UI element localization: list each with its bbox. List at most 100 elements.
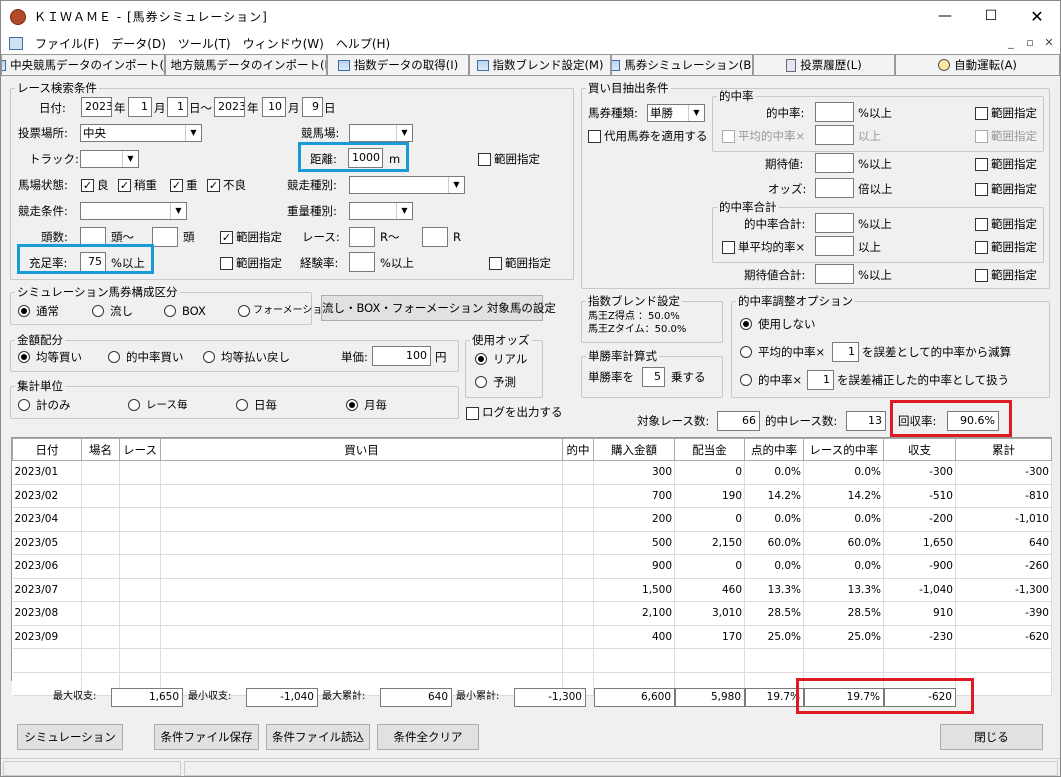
load-conditions-button[interactable]: 条件ファイル読込 (266, 724, 370, 750)
composition-box-radio[interactable] (164, 305, 176, 317)
aggregate-race-radio[interactable] (128, 399, 140, 411)
column-header[interactable]: 配当金 (674, 438, 745, 461)
column-header[interactable]: 購入金額 (593, 438, 675, 461)
column-header[interactable]: 累計 (955, 438, 1052, 461)
table-row[interactable]: 2023/06 900 0 0.0% 0.0% -900 -260 (12, 554, 1052, 579)
from-month-input[interactable]: 1 (128, 97, 152, 117)
save-conditions-button[interactable]: 条件ファイル保存 (154, 724, 259, 750)
heads-range-checkbox[interactable]: ✓ (220, 231, 233, 244)
target-horse-setting-button[interactable]: 流し・BOX・フォーメーション 対象馬の設定 (321, 295, 556, 321)
close-window-button[interactable]: ✕ (1014, 1, 1060, 32)
substitute-ticket-checkbox[interactable] (588, 130, 601, 143)
money-even-radio[interactable] (18, 351, 30, 363)
simulation-tab-button[interactable]: 馬券シミュレーション(B) (611, 54, 753, 76)
composition-normal-radio[interactable] (18, 305, 30, 317)
to-day-input[interactable]: 9 (302, 97, 323, 117)
hit-sum-input[interactable] (815, 213, 854, 233)
hit-range-checkbox[interactable] (975, 107, 988, 120)
aggregate-day-radio[interactable] (236, 399, 248, 411)
heads-to-input[interactable] (152, 227, 178, 247)
table-row[interactable]: 2023/09 400 170 25.0% 25.0% -230 -620 (12, 625, 1052, 649)
single-avg-range-checkbox[interactable] (975, 241, 988, 254)
from-day-input[interactable]: 1 (167, 97, 188, 117)
track-select[interactable]: ▼ (80, 150, 139, 168)
column-header[interactable]: レース的中率 (803, 438, 884, 461)
column-header[interactable]: 収支 (883, 438, 956, 461)
table-row[interactable]: 2023/02 700 190 14.2% 14.2% -510 -810 (12, 484, 1052, 508)
money-even-payout-radio[interactable] (203, 351, 215, 363)
race-condition-select[interactable]: ▼ (80, 202, 187, 220)
table-row[interactable]: 2023/08 2,100 3,010 28.5% 28.5% 910 -390 (12, 601, 1052, 626)
column-header[interactable]: 買い目 (160, 438, 563, 461)
column-header[interactable]: 点的中率 (744, 438, 804, 461)
adjust-correct-input[interactable]: 1 (807, 370, 834, 390)
simulate-button[interactable]: シミュレーション (17, 724, 123, 750)
cond-bad-checkbox[interactable]: ✓ (207, 179, 220, 192)
cond-heavy-checkbox[interactable]: ✓ (170, 179, 183, 192)
table-row[interactable]: 2023/05 500 2,150 60.0% 60.0% 1,650 640 (12, 531, 1052, 555)
auto-run-button[interactable]: 自動運転(A) (895, 54, 1060, 76)
adjust-none-radio[interactable] (740, 318, 752, 330)
mdi-close-icon[interactable]: ✕ (1041, 35, 1057, 51)
exp-sum-range-checkbox[interactable] (975, 269, 988, 282)
aggregate-month-radio[interactable] (346, 399, 358, 411)
menu-data[interactable]: データ(D) (105, 35, 172, 52)
composition-formation-radio[interactable] (238, 305, 250, 317)
clear-conditions-button[interactable]: 条件全クリア (377, 724, 479, 750)
expected-value-input[interactable] (815, 153, 854, 173)
mdi-minimize-icon[interactable]: _ (1003, 35, 1019, 51)
odds-real-radio[interactable] (475, 353, 487, 365)
minimize-button[interactable]: — (922, 1, 968, 32)
exp-range-checkbox[interactable] (489, 257, 502, 270)
experience-rate-input[interactable] (349, 252, 375, 272)
get-index-button[interactable]: 指数データの取得(I) (327, 54, 469, 76)
adjust-correct-radio[interactable] (740, 374, 752, 386)
import-local-button[interactable]: 地方競馬データのインポート(N) (165, 54, 327, 76)
table-row[interactable]: 2023/04 200 0 0.0% 0.0% -200 -1,010 (12, 507, 1052, 532)
win-rate-power-input[interactable]: 5 (642, 367, 665, 387)
menu-help[interactable]: ヘルプ(H) (330, 35, 396, 52)
fill-range-checkbox[interactable] (220, 257, 233, 270)
avg-hit-checkbox[interactable] (722, 130, 735, 143)
avg-hit-range-checkbox[interactable] (975, 130, 988, 143)
column-header[interactable]: 的中 (562, 438, 594, 461)
adjust-subtract-input[interactable]: 1 (832, 342, 859, 362)
close-button[interactable]: 閉じる (940, 724, 1043, 750)
import-central-button[interactable]: 中央競馬データのインポート(J) (1, 54, 165, 76)
table-row[interactable] (12, 648, 1052, 673)
mdi-restore-icon[interactable]: ▫ (1022, 35, 1038, 51)
table-row[interactable]: 2023/01 300 0 0.0% 0.0% -300 -300 (12, 460, 1052, 485)
column-header[interactable]: 日付 (12, 438, 82, 461)
menu-window[interactable]: ウィンドウ(W) (237, 35, 330, 52)
hit-sum-range-checkbox[interactable] (975, 218, 988, 231)
aggregate-total-radio[interactable] (18, 399, 30, 411)
venue-select[interactable]: 中央 ▼ (80, 124, 202, 142)
column-header[interactable]: レース (119, 438, 161, 461)
vote-history-button[interactable]: 投票履歴(L) (753, 54, 895, 76)
to-month-input[interactable]: 10 (262, 97, 286, 117)
odds-forecast-radio[interactable] (475, 376, 487, 388)
cond-good-checkbox[interactable]: ✓ (81, 179, 94, 192)
menu-file[interactable]: ファイル(F) (29, 35, 105, 52)
weight-type-select[interactable]: ▼ (349, 202, 413, 220)
to-year-input[interactable]: 2023 (214, 97, 245, 117)
distance-range-checkbox[interactable] (478, 153, 491, 166)
money-hitrate-radio[interactable] (108, 351, 120, 363)
index-blend-button[interactable]: 指数ブレンド設定(M) (469, 54, 611, 76)
single-avg-checkbox[interactable] (722, 241, 735, 254)
race-from-input[interactable] (349, 227, 375, 247)
race-type-select[interactable]: ▼ (349, 176, 465, 194)
composition-nagashi-radio[interactable] (92, 305, 104, 317)
unit-price-input[interactable]: 100 (372, 346, 431, 366)
cond-slightly-heavy-checkbox[interactable]: ✓ (118, 179, 131, 192)
single-avg-input[interactable] (815, 236, 854, 256)
maximize-button[interactable]: ☐ (968, 1, 1014, 32)
adjust-subtract-radio[interactable] (740, 346, 752, 358)
exp-sum-input[interactable] (815, 264, 854, 284)
table-row[interactable]: 2023/07 1,500 460 13.3% 13.3% -1,040 -1,300 (12, 578, 1052, 602)
race-to-input[interactable] (422, 227, 448, 247)
odds-input[interactable] (815, 178, 854, 198)
column-header[interactable]: 場名 (81, 438, 120, 461)
racecourse-select[interactable]: ▼ (349, 124, 413, 142)
avg-hit-input[interactable] (815, 125, 854, 145)
